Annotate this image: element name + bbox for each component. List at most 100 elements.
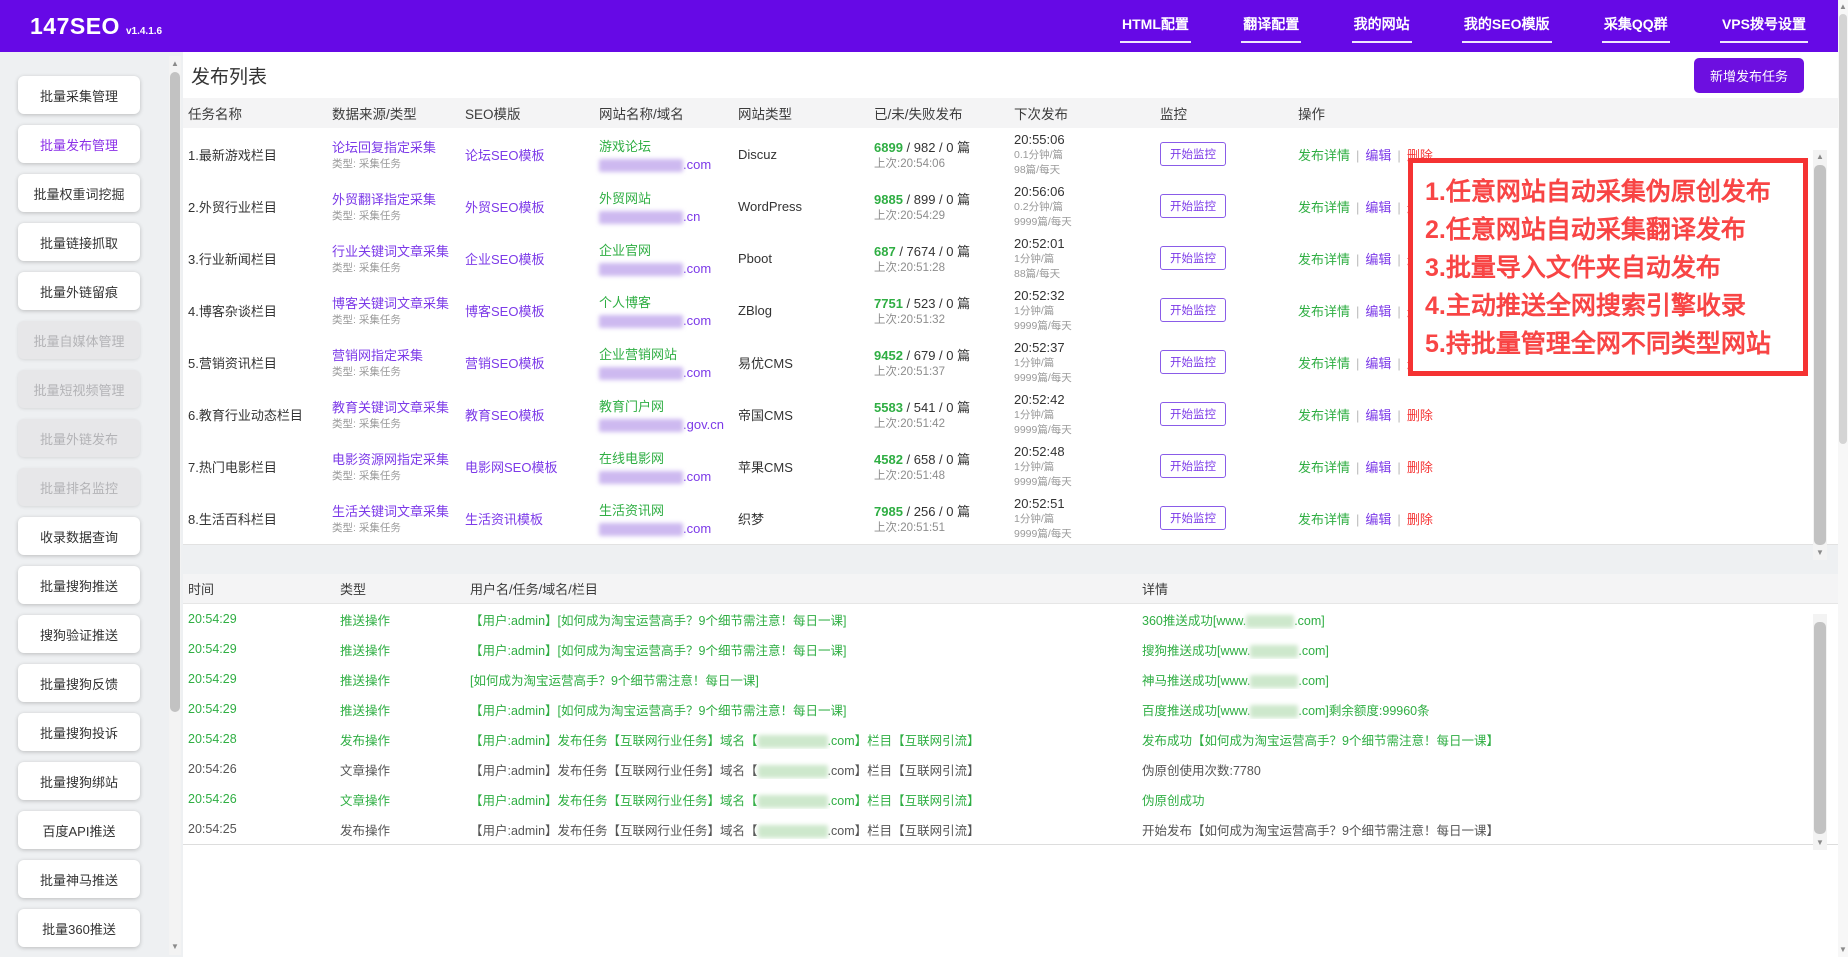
source-link[interactable]: 外贸翻译指定采集 <box>332 192 436 207</box>
edit-link[interactable]: 编辑 <box>1365 252 1391 267</box>
seo-template-link[interactable]: 博客SEO模板 <box>465 304 544 319</box>
sidebar-item[interactable]: 批量链接抓取 <box>18 223 140 261</box>
nav-item-my-sites[interactable]: 我的网站 <box>1352 10 1412 43</box>
source-link[interactable]: 行业关键词文章采集 <box>332 244 449 259</box>
seo-template-link[interactable]: 电影网SEO模板 <box>465 460 557 475</box>
page-scroll-thumb[interactable] <box>1839 14 1847 444</box>
scroll-up-icon[interactable]: ▲ <box>169 58 181 70</box>
sidebar-item[interactable]: 批量发布管理 <box>18 125 140 163</box>
start-monitor-button[interactable]: 开始监控 <box>1160 298 1226 322</box>
seo-template-link[interactable]: 外贸SEO模板 <box>465 200 544 215</box>
source-link[interactable]: 论坛回复指定采集 <box>332 140 436 155</box>
domain-suffix: .com <box>683 365 711 380</box>
publish-detail-link[interactable]: 发布详情 <box>1298 512 1350 527</box>
log-detail: 神马推送成功[www..com] <box>1142 670 1838 689</box>
start-monitor-button[interactable]: 开始监控 <box>1160 194 1226 218</box>
scroll-down-icon[interactable]: ▼ <box>1838 944 1848 956</box>
scroll-down-icon[interactable]: ▼ <box>1813 837 1827 849</box>
promo-line: 5.持批量管理全网不同类型网站 <box>1425 325 1795 363</box>
task-row: 7.热门电影栏目电影资源网指定采集类型: 采集任务电影网SEO模板在线电影网.c… <box>183 440 1838 492</box>
nav-item-my-seo-templates[interactable]: 我的SEO模版 <box>1462 10 1552 43</box>
source-link[interactable]: 营销网指定采集 <box>332 348 423 363</box>
publish-detail-link[interactable]: 发布详情 <box>1298 200 1350 215</box>
publish-detail-link[interactable]: 发布详情 <box>1298 148 1350 163</box>
sidebar-scroll-thumb[interactable] <box>170 72 180 712</box>
publish-detail-link[interactable]: 发布详情 <box>1298 408 1350 423</box>
source-link[interactable]: 生活关键词文章采集 <box>332 504 449 519</box>
sidebar-item[interactable]: 批量权重词挖掘 <box>18 174 140 212</box>
nav-item-vps-dial[interactable]: VPS拨号设置 <box>1720 10 1808 43</box>
start-monitor-button[interactable]: 开始监控 <box>1160 402 1226 426</box>
source-link[interactable]: 博客关键词文章采集 <box>332 296 449 311</box>
task-scroll-thumb[interactable] <box>1814 165 1826 545</box>
promo-line: 3.批量导入文件夹自动发布 <box>1425 249 1795 287</box>
seo-template-link[interactable]: 论坛SEO模板 <box>465 148 544 163</box>
delete-link[interactable]: 删除 <box>1407 460 1433 475</box>
redacted-domain <box>1250 705 1298 718</box>
seo-template-link[interactable]: 营销SEO模板 <box>465 356 544 371</box>
sidebar-item[interactable]: 批量搜狗绑站 <box>18 762 140 800</box>
log-time: 20:54:29 <box>188 642 340 656</box>
scroll-down-icon[interactable]: ▼ <box>1813 547 1827 559</box>
log-row: 20:54:29推送操作【用户:admin】[如何成为淘宝运营高手？9个细节需注… <box>183 694 1838 724</box>
sidebar-item[interactable]: 批量采集管理 <box>18 76 140 114</box>
action-separator: | <box>1397 356 1400 371</box>
action-separator: | <box>1397 304 1400 319</box>
publish-detail-link[interactable]: 发布详情 <box>1298 460 1350 475</box>
seo-template-link[interactable]: 企业SEO模板 <box>465 252 544 267</box>
log-time: 20:54:28 <box>188 732 340 746</box>
sidebar-item[interactable]: 批量神马推送 <box>18 860 140 898</box>
sidebar-item[interactable]: 批量搜狗反馈 <box>18 664 140 702</box>
edit-link[interactable]: 编辑 <box>1365 356 1391 371</box>
seo-template-link[interactable]: 教育SEO模板 <box>465 408 544 423</box>
nav-item-qq-group[interactable]: 采集QQ群 <box>1602 10 1670 43</box>
start-monitor-button[interactable]: 开始监控 <box>1160 246 1226 270</box>
nav-item-html-config[interactable]: HTML配置 <box>1120 10 1191 43</box>
page-scrollbar[interactable]: ▲ ▼ <box>1838 0 1848 957</box>
start-monitor-button[interactable]: 开始监控 <box>1160 506 1226 530</box>
scroll-down-icon[interactable]: ▼ <box>169 941 181 953</box>
edit-link[interactable]: 编辑 <box>1365 512 1391 527</box>
col-monitor: 监控 <box>1160 103 1298 123</box>
log-scrollbar[interactable]: ▼ <box>1813 614 1827 850</box>
pending-failed-count: / 658 / 0 篇 <box>903 452 970 467</box>
edit-link[interactable]: 编辑 <box>1365 408 1391 423</box>
edit-link[interactable]: 编辑 <box>1365 148 1391 163</box>
task-name: 2.外贸行业栏目 <box>188 197 332 216</box>
log-detail: 搜狗推送成功[www..com] <box>1142 640 1838 659</box>
add-publish-task-button[interactable]: 新增发布任务 <box>1694 58 1804 93</box>
scroll-up-icon[interactable]: ▲ <box>1813 151 1827 163</box>
log-type: 推送操作 <box>340 610 470 629</box>
sidebar-item[interactable]: 搜狗验证推送 <box>18 615 140 653</box>
start-monitor-button[interactable]: 开始监控 <box>1160 454 1226 478</box>
seo-template-link[interactable]: 生活资讯模板 <box>465 512 543 527</box>
sidebar-item[interactable]: 批量外链留痕 <box>18 272 140 310</box>
edit-link[interactable]: 编辑 <box>1365 200 1391 215</box>
nav-item-translate-config[interactable]: 翻译配置 <box>1241 10 1301 43</box>
publish-detail-link[interactable]: 发布详情 <box>1298 356 1350 371</box>
task-list-scrollbar[interactable]: ▲ ▼ <box>1813 150 1827 560</box>
sidebar-item[interactable]: 批量搜狗推送 <box>18 566 140 604</box>
publish-detail-link[interactable]: 发布详情 <box>1298 252 1350 267</box>
publish-interval: 1分钟/篇 <box>1014 305 1160 318</box>
scroll-up-icon[interactable]: ▲ <box>1838 1 1848 13</box>
source-link[interactable]: 教育关键词文章采集 <box>332 400 449 415</box>
sidebar-item[interactable]: 百度API推送 <box>18 811 140 849</box>
published-count: 7985 <box>874 504 903 519</box>
sidebar-item: 批量外链发布 <box>18 419 140 457</box>
sidebar-scrollbar[interactable]: ▲ ▼ <box>169 56 181 955</box>
start-monitor-button[interactable]: 开始监控 <box>1160 142 1226 166</box>
sidebar-item[interactable]: 收录数据查询 <box>18 517 140 555</box>
sidebar-item[interactable]: 批量搜狗投诉 <box>18 713 140 751</box>
delete-link[interactable]: 删除 <box>1407 408 1433 423</box>
edit-link[interactable]: 编辑 <box>1365 460 1391 475</box>
published-count: 9885 <box>874 192 903 207</box>
redacted-domain <box>599 523 683 536</box>
publish-detail-link[interactable]: 发布详情 <box>1298 304 1350 319</box>
log-scroll-thumb[interactable] <box>1814 622 1826 834</box>
start-monitor-button[interactable]: 开始监控 <box>1160 350 1226 374</box>
sidebar-item[interactable]: 批量360推送 <box>18 909 140 947</box>
edit-link[interactable]: 编辑 <box>1365 304 1391 319</box>
source-link[interactable]: 电影资源网指定采集 <box>332 452 449 467</box>
delete-link[interactable]: 删除 <box>1407 512 1433 527</box>
